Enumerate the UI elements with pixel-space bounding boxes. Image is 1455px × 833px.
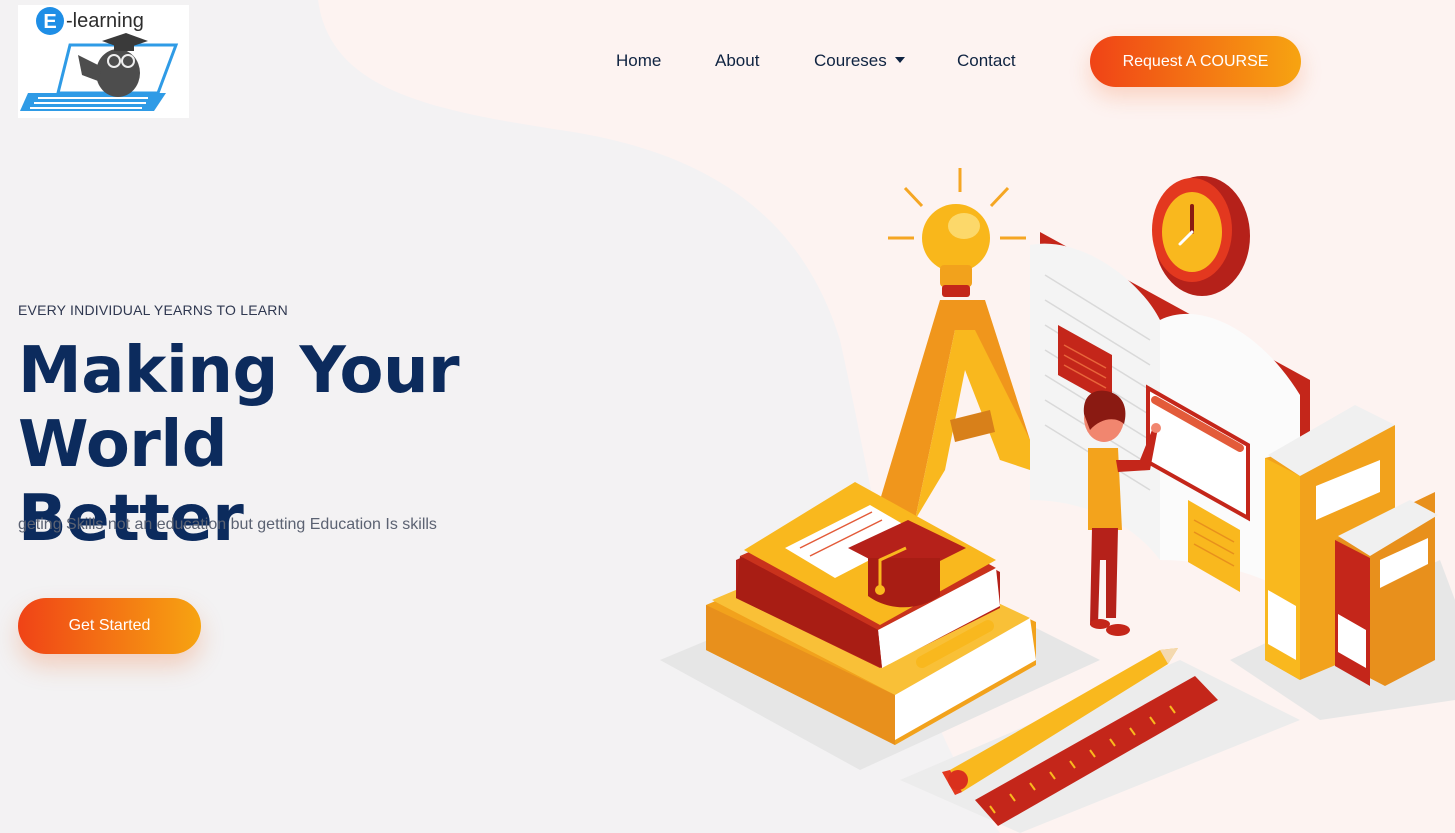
get-started-button[interactable]: Get Started	[18, 598, 201, 654]
nav-courses-label: Coureses	[814, 51, 887, 70]
clock-icon	[1152, 176, 1250, 296]
binder-stack	[1265, 405, 1438, 686]
nav-link-home[interactable]: Home	[616, 50, 661, 72]
main-nav: Home About Coureses Contact Request A CO…	[0, 0, 1455, 120]
lightbulb-icon	[888, 168, 1026, 297]
request-course-button[interactable]: Request A COURSE	[1090, 36, 1301, 87]
hero-eyebrow: EVERY INDIVIDUAL YEARNS TO LEARN	[18, 302, 288, 318]
chevron-down-icon	[894, 57, 905, 63]
nav-link-courses[interactable]: Coureses	[814, 50, 905, 72]
letter-a-shape	[880, 300, 1030, 520]
hero-headline-line1: Making Your World	[18, 334, 460, 482]
nav-link-contact[interactable]: Contact	[957, 50, 1016, 72]
education-illustration	[660, 168, 1455, 833]
nav-link-about[interactable]: About	[715, 50, 759, 72]
hero-subtext: geting Skills not an education but getti…	[18, 516, 437, 533]
